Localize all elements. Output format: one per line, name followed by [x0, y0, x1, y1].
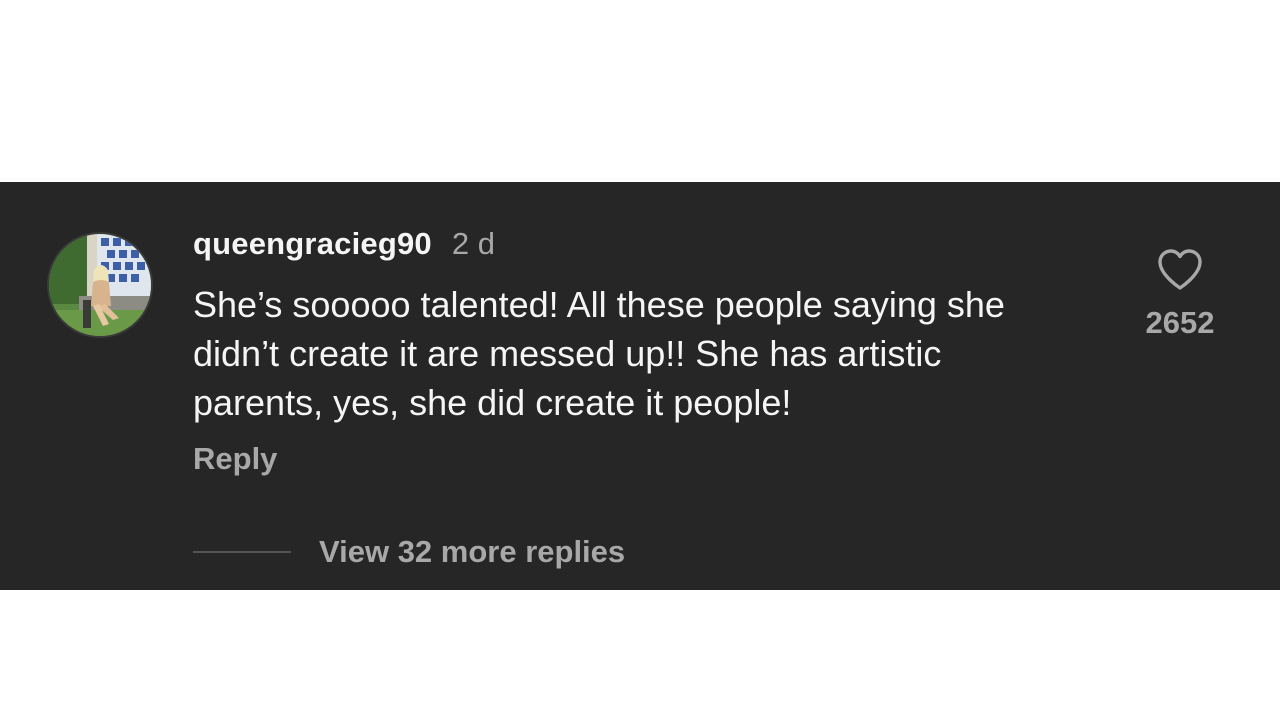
like-area: 2652 — [1130, 248, 1230, 341]
avatar-photo — [49, 234, 151, 336]
comment-body: queengracieg90 2 d She’s sooooo talented… — [193, 226, 1093, 477]
heart-outline-icon[interactable] — [1156, 248, 1204, 292]
view-replies-row: View 32 more replies — [193, 534, 625, 570]
avatar[interactable] — [47, 232, 153, 338]
page: queengracieg90 2 d She’s sooooo talented… — [0, 0, 1280, 720]
view-replies-button[interactable]: View 32 more replies — [319, 534, 625, 570]
replies-divider — [193, 551, 291, 553]
like-count: 2652 — [1145, 305, 1215, 340]
reply-button[interactable]: Reply — [193, 441, 277, 477]
timestamp: 2 d — [451, 226, 495, 261]
username[interactable]: queengracieg90 — [193, 226, 432, 262]
comment-meta: queengracieg90 2 d — [193, 226, 1093, 270]
comment-text: She’s sooooo talented! All these people … — [193, 284, 1005, 423]
comment-panel: queengracieg90 2 d She’s sooooo talented… — [0, 182, 1280, 590]
